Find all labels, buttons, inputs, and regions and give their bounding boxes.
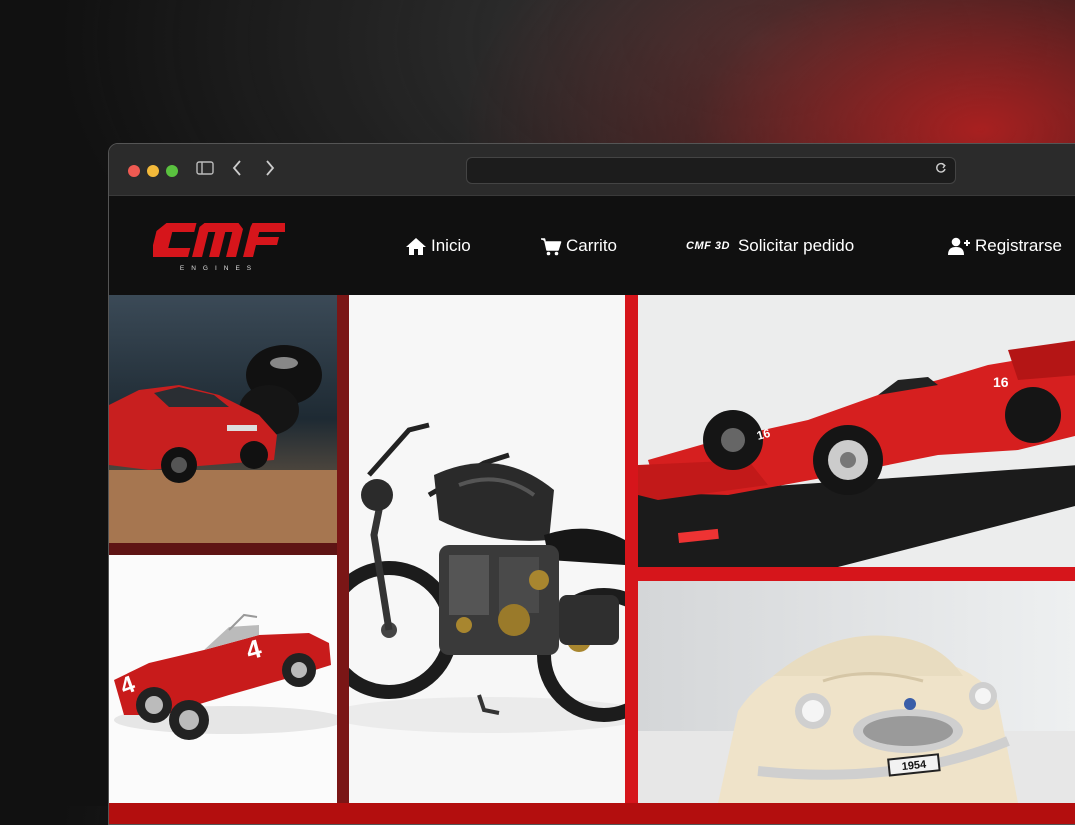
site-navbar: ENGINES Inicio Carrito CMF 3D Solicitar …	[109, 196, 1075, 295]
svg-text:16: 16	[993, 374, 1009, 390]
logo-tagline: ENGINES	[180, 265, 258, 272]
cart-icon	[540, 237, 562, 256]
browser-window: ENGINES Inicio Carrito CMF 3D Solicitar …	[108, 143, 1075, 825]
gallery-image-vintage-race-car[interactable]: 4 4	[109, 555, 337, 803]
nav-registrarse-label: Registrarse	[975, 236, 1062, 255]
nav-inicio-label: Inicio	[431, 236, 471, 255]
maximize-window-button[interactable]	[166, 165, 178, 177]
nav-carrito-label: Carrito	[566, 236, 618, 255]
gallery-divider	[337, 295, 349, 803]
minimize-window-button[interactable]	[147, 165, 159, 177]
reload-icon[interactable]	[935, 161, 947, 178]
address-bar[interactable]	[466, 157, 956, 184]
gallery-image-f1-car[interactable]: 16 16	[638, 295, 1075, 567]
user-plus-icon	[947, 237, 971, 256]
gallery-image-motorcycle[interactable]	[349, 295, 625, 803]
cmf-3d-logo: CMF 3D	[686, 240, 730, 252]
home-icon	[405, 237, 427, 256]
nav-inicio[interactable]: Inicio	[405, 236, 471, 256]
gallery-image-red-porsche[interactable]	[109, 295, 337, 543]
gallery-image-mercedes-300sl[interactable]: 1954	[638, 581, 1075, 803]
forward-icon[interactable]	[264, 159, 276, 182]
cmf-engines-logo[interactable]: ENGINES	[150, 221, 288, 278]
sidebar-toggle-icon[interactable]	[196, 161, 214, 180]
nav-carrito[interactable]: Carrito	[540, 236, 617, 256]
browser-titlebar	[109, 144, 1075, 196]
nav-solicitar-pedido[interactable]: CMF 3D Solicitar pedido	[686, 236, 854, 256]
nav-registrarse[interactable]: Registrarse	[947, 236, 1062, 256]
nav-solicitar-pedido-label: Solicitar pedido	[737, 236, 855, 255]
close-window-button[interactable]	[128, 165, 140, 177]
product-gallery: 4 4 16 16 1954	[109, 295, 1075, 824]
back-icon[interactable]	[231, 159, 243, 182]
